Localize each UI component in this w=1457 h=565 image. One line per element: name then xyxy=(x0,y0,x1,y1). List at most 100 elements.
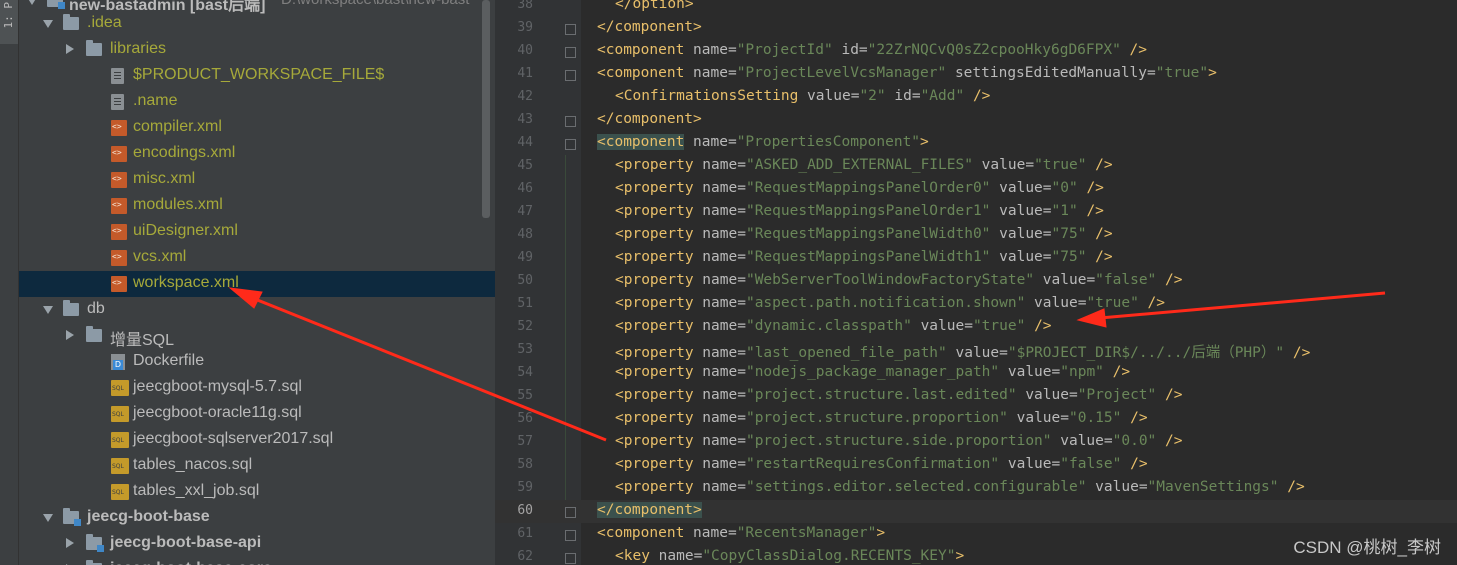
code-token: name= xyxy=(693,157,746,173)
code-token: "RequestMappingsPanelWidth0" xyxy=(745,226,991,242)
code-token: "settings.editor.selected.configurable" xyxy=(745,479,1087,495)
fold-marker-icon[interactable] xyxy=(565,530,576,541)
code-token: name= xyxy=(693,410,746,426)
tree-item-xml-file[interactable]: misc.xml xyxy=(19,167,495,193)
code-text: <property name="WebServerToolWindowFacto… xyxy=(615,272,1182,288)
tree-item-label: db xyxy=(87,300,105,317)
tree-item-sql-file[interactable]: jeecgboot-sqlserver2017.sql xyxy=(19,427,495,453)
fold-marker-icon[interactable] xyxy=(565,507,576,518)
tree-item-label: .idea xyxy=(87,14,122,31)
code-token: value= xyxy=(946,345,1008,361)
code-token: "true" xyxy=(1155,65,1209,81)
tree-item-text-file[interactable]: $PRODUCT_WORKSPACE_FILE$ xyxy=(19,63,495,89)
code-token: /> xyxy=(1284,345,1311,361)
code-token: <property xyxy=(615,272,694,288)
tree-item-xml-file[interactable]: encodings.xml xyxy=(19,141,495,167)
code-text: <component name="PropertiesComponent"> xyxy=(597,134,929,150)
fold-marker-icon[interactable] xyxy=(565,139,576,150)
code-token: "0.0" xyxy=(1112,433,1157,449)
fold-marker-icon[interactable] xyxy=(565,70,576,81)
tree-item-folder[interactable]: 增量SQL xyxy=(19,323,495,349)
collapse-arrow-icon[interactable] xyxy=(43,514,53,522)
code-token: "75" xyxy=(1051,249,1087,265)
project-tool-window-tab[interactable]: 1: P xyxy=(0,0,18,44)
tree-item-folder[interactable]: .idea xyxy=(19,11,495,37)
line-number: 57 xyxy=(517,434,533,449)
code-token: <property xyxy=(615,479,694,495)
watermark: CSDN @桃树_李树 xyxy=(1293,538,1441,557)
line-number: 39 xyxy=(517,20,533,35)
code-token: "0" xyxy=(1051,180,1078,196)
fold-marker-icon[interactable] xyxy=(565,116,576,127)
code-text: <component name="ProjectId" id="22ZrNQCv… xyxy=(597,42,1147,58)
tree-item-label: misc.xml xyxy=(133,170,196,187)
code-token: > xyxy=(955,548,965,564)
line-number: 42 xyxy=(517,89,533,104)
line-number: 54 xyxy=(517,365,533,380)
code-token: <property xyxy=(615,226,694,242)
tree-item-sql-file[interactable]: jeecgboot-mysql-5.7.sql xyxy=(19,375,495,401)
code-token: value= xyxy=(990,203,1052,219)
tree-item-label: tables_nacos.sql xyxy=(133,456,253,473)
tree-item-xml-file[interactable]: uiDesigner.xml xyxy=(19,219,495,245)
tree-item-label: jeecg-boot-base xyxy=(87,508,210,525)
module-folder-icon xyxy=(86,534,104,552)
collapse-arrow-icon[interactable] xyxy=(43,20,53,28)
tree-item-xml-file[interactable]: workspace.xml xyxy=(19,271,495,297)
tree-item-sql-file[interactable]: jeecgboot-oracle11g.sql xyxy=(19,401,495,427)
code-token: "dynamic.classpath" xyxy=(745,318,912,334)
expand-arrow-icon[interactable] xyxy=(66,44,74,54)
expand-arrow-icon[interactable] xyxy=(27,0,37,5)
tree-item-text-file[interactable]: .name xyxy=(19,89,495,115)
tree-item-sql-file[interactable]: tables_nacos.sql xyxy=(19,453,495,479)
expand-arrow-icon[interactable] xyxy=(66,538,74,548)
tree-item-xml-file[interactable]: compiler.xml xyxy=(19,115,495,141)
collapse-arrow-icon[interactable] xyxy=(43,306,53,314)
line-number: 48 xyxy=(517,227,533,242)
tree-item-module-folder[interactable]: jeecg-boot-base-api xyxy=(19,531,495,557)
tree-item-xml-file[interactable]: vcs.xml xyxy=(19,245,495,271)
code-text: </component> xyxy=(597,502,702,518)
code-token: name= xyxy=(693,479,746,495)
fold-marker-icon[interactable] xyxy=(565,24,576,35)
tree-item-module-folder[interactable]: jeecg-boot-base-core xyxy=(19,557,495,565)
fold-marker-icon[interactable] xyxy=(565,553,576,564)
fold-marker-icon[interactable] xyxy=(565,47,576,58)
code-token: > xyxy=(1208,65,1217,81)
tree-item-folder[interactable]: db xyxy=(19,297,495,323)
code-text: <property name="ASKED_ADD_EXTERNAL_FILES… xyxy=(615,157,1113,173)
tree-item-label: libraries xyxy=(110,40,167,57)
code-token: "ProjectId" xyxy=(736,42,833,58)
tree-item-xml-file[interactable]: modules.xml xyxy=(19,193,495,219)
code-token: name= xyxy=(684,65,737,81)
line-number: 60 xyxy=(517,503,533,518)
project-scrollbar[interactable] xyxy=(482,0,490,218)
tree-item-sql-file[interactable]: tables_xxl_job.sql xyxy=(19,479,495,505)
tree-item-label: encodings.xml xyxy=(133,144,236,161)
code-token: <property xyxy=(615,249,694,265)
code-token: "2" xyxy=(859,88,886,104)
code-token: value= xyxy=(990,249,1052,265)
tree-item-folder[interactable]: libraries xyxy=(19,37,495,63)
code-token: </component> xyxy=(597,502,702,518)
tree-item-label: tables_xxl_job.sql xyxy=(133,482,260,499)
code-token: /> xyxy=(1025,318,1052,334)
code-editor[interactable]: 38 </option> 39 </component> 40 <component na… xyxy=(495,0,1457,565)
code-token: name= xyxy=(693,345,746,361)
code-token: </component> xyxy=(597,19,702,35)
code-token: "RequestMappingsPanelOrder1" xyxy=(745,203,991,219)
tree-item-docker-file[interactable]: Dockerfile xyxy=(19,349,495,375)
code-token: <property xyxy=(615,387,694,403)
text-file-icon xyxy=(111,68,124,84)
tree-item-module-folder[interactable]: jeecg-boot-base xyxy=(19,505,495,531)
code-token: /> xyxy=(1077,180,1104,196)
code-token: /> xyxy=(1278,479,1305,495)
sql-file-icon xyxy=(111,432,129,448)
code-token: value= xyxy=(990,226,1052,242)
code-token: "RequestMappingsPanelOrder0" xyxy=(745,180,991,196)
code-token: /> xyxy=(1156,433,1183,449)
xml-file-icon xyxy=(111,198,127,214)
folder-icon xyxy=(63,300,79,316)
expand-arrow-icon[interactable] xyxy=(66,330,74,340)
code-text: <property name="RequestMappingsPanelWidt… xyxy=(615,226,1113,242)
